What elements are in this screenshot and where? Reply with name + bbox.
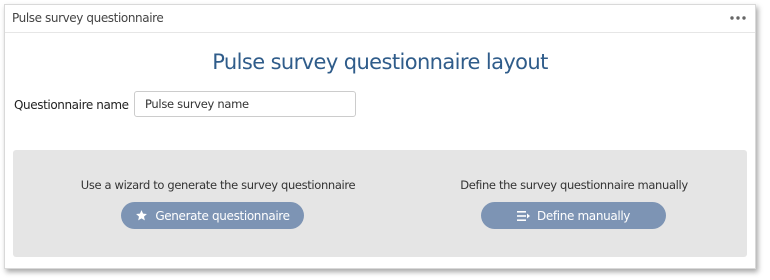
generate-questionnaire-button[interactable]: Generate questionnaire xyxy=(121,202,304,229)
questionnaire-name-input[interactable] xyxy=(134,91,356,117)
panel-header: Pulse survey questionnaire xyxy=(5,5,755,33)
page-title: Pulse survey questionnaire layout xyxy=(212,50,548,74)
define-manually-button[interactable]: Define manually xyxy=(481,202,666,229)
questionnaire-name-label: Questionnaire name xyxy=(14,98,129,112)
manual-option-text: Define the survey questionnaire manually xyxy=(460,178,688,192)
panel-title: Pulse survey questionnaire xyxy=(12,11,164,25)
star-icon xyxy=(135,209,148,222)
layout-options-area: Use a wizard to generate the survey ques… xyxy=(13,150,747,257)
more-options-icon[interactable] xyxy=(728,10,748,26)
survey-panel: Pulse survey questionnaire Pulse survey … xyxy=(4,4,756,269)
define-manually-label: Define manually xyxy=(536,208,631,223)
generate-questionnaire-label: Generate questionnaire xyxy=(155,208,290,223)
list-indent-icon xyxy=(516,210,530,222)
wizard-option-text: Use a wizard to generate the survey ques… xyxy=(80,178,356,192)
